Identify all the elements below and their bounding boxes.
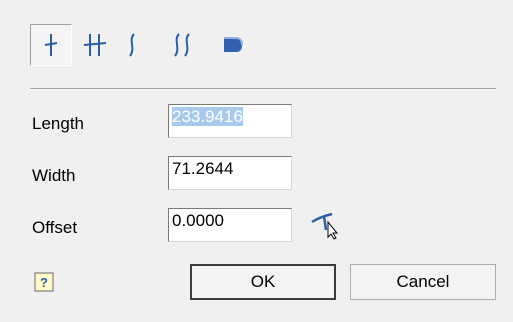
help-icon: ? [34, 272, 54, 292]
solid-shape-icon [224, 37, 243, 52]
separator [30, 88, 496, 90]
offset-label: Offset [32, 218, 78, 237]
length-label: Length [32, 114, 84, 133]
width-value: 71.2644 [172, 159, 234, 178]
cancel-button[interactable]: Cancel [350, 264, 496, 300]
width-label: Width [32, 166, 76, 185]
pick-offset-button[interactable] [310, 210, 344, 245]
double-curve-icon [174, 33, 190, 57]
double-line-tool-button[interactable] [78, 24, 112, 66]
single-curve-icon [129, 33, 135, 57]
double-curve-tool-button[interactable] [164, 24, 200, 66]
length-value: 233.9416 [172, 107, 243, 126]
help-button[interactable]: ? [34, 272, 56, 294]
width-field[interactable]: 71.2644 [168, 156, 292, 190]
offset-value: 0.0000 [172, 211, 224, 230]
single-curve-tool-button[interactable] [118, 24, 146, 66]
length-field[interactable]: 233.9416 [168, 104, 292, 138]
solid-shape-tool-button[interactable] [216, 24, 250, 66]
offset-field[interactable]: 0.0000 [168, 208, 292, 242]
double-line-icon [83, 34, 107, 56]
pick-point-icon [311, 212, 339, 240]
svg-text:?: ? [40, 275, 48, 290]
single-line-tool-button[interactable] [30, 24, 72, 66]
ok-button[interactable]: OK [190, 264, 336, 300]
single-line-icon [44, 34, 58, 56]
